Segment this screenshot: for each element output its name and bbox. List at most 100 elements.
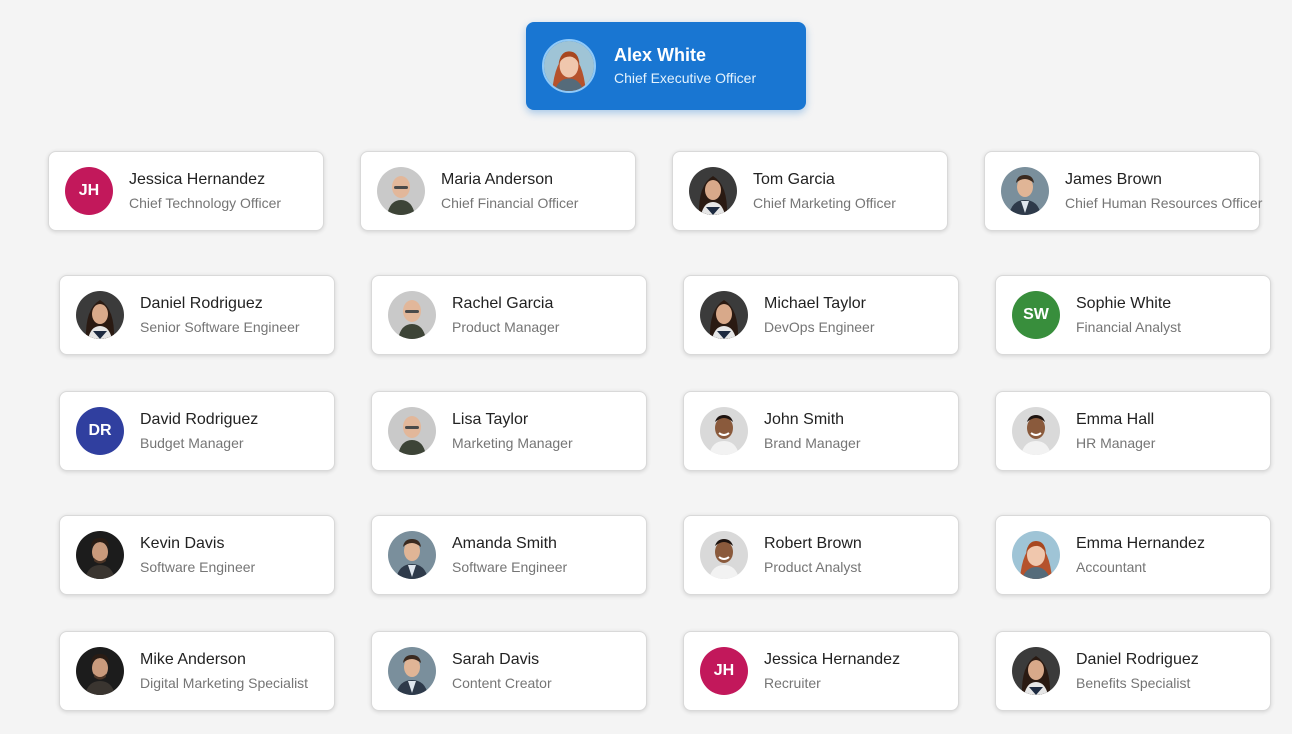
employee-name: Michael Taylor	[764, 295, 866, 312]
employee-info: Alex White Chief Executive Officer	[614, 45, 756, 87]
photo-man-smiling-icon	[700, 407, 748, 455]
employee-name: Sarah Davis	[452, 651, 540, 668]
employee-info: Lisa Taylor Marketing Manager	[452, 410, 573, 452]
employee-name: Kevin Davis	[140, 535, 225, 552]
employee-name: Rachel Garcia	[452, 295, 554, 312]
photo-man-suit-icon	[388, 531, 436, 579]
employee-card[interactable]: Sarah Davis Content Creator	[371, 631, 647, 711]
ceo-card[interactable]: Alex White Chief Executive Officer	[526, 22, 806, 110]
employee-card[interactable]: Kevin Davis Software Engineer	[59, 515, 335, 595]
employee-name: Jessica Hernandez	[129, 171, 266, 188]
initials-avatar: JH	[65, 167, 113, 215]
employee-name: Jessica Hernandez	[764, 651, 901, 668]
employee-title: DevOps Engineer	[764, 319, 875, 335]
employee-card[interactable]: Mike Anderson Digital Marketing Specialis…	[59, 631, 335, 711]
employee-info: Maria Anderson Chief Financial Officer	[441, 170, 578, 212]
photo-man-suit-icon	[388, 647, 436, 695]
employee-name: Lisa Taylor	[452, 411, 529, 428]
photo-bald-man-icon	[388, 291, 436, 339]
employee-info: Rachel Garcia Product Manager	[452, 294, 559, 336]
employee-title: Software Engineer	[140, 559, 256, 575]
employee-title: Product Analyst	[764, 559, 862, 575]
employee-name: Maria Anderson	[441, 171, 554, 188]
photo-woman-dark-hair-icon	[689, 167, 737, 215]
initials-avatar: SW	[1012, 291, 1060, 339]
employee-title: Brand Manager	[764, 435, 861, 451]
employee-info: James Brown Chief Human Resources Officer	[1065, 170, 1263, 212]
employee-name: John Smith	[764, 411, 845, 428]
employee-title: Chief Technology Officer	[129, 195, 282, 211]
employee-card[interactable]: Amanda Smith Software Engineer	[371, 515, 647, 595]
employee-card[interactable]: John Smith Brand Manager	[683, 391, 959, 471]
employee-card[interactable]: Lisa Taylor Marketing Manager	[371, 391, 647, 471]
employee-title: Product Manager	[452, 319, 560, 335]
employee-info: Tom Garcia Chief Marketing Officer	[753, 170, 896, 212]
employee-card[interactable]: JH Jessica Hernandez Chief Technology Offi…	[48, 151, 324, 231]
photo-man-dark-icon	[76, 647, 124, 695]
employee-card[interactable]: Tom Garcia Chief Marketing Officer	[672, 151, 948, 231]
employee-info: Sophie White Financial Analyst	[1076, 294, 1181, 336]
photo-woman-dark-hair-icon	[700, 291, 748, 339]
photo-woman-dark-hair-icon	[76, 291, 124, 339]
employee-card[interactable]: James Brown Chief Human Resources Officer	[984, 151, 1263, 231]
employee-info: Jessica Hernandez Chief Technology Office…	[129, 170, 281, 212]
employee-card[interactable]: JH Jessica Hernandez Recruiter	[683, 631, 959, 711]
employee-title: Chief Executive Officer	[614, 70, 757, 86]
employee-title: Marketing Manager	[452, 435, 573, 451]
initials-avatar: DR	[76, 407, 124, 455]
employee-name: Daniel Rodriguez	[1076, 651, 1199, 668]
employee-name: Emma Hall	[1076, 411, 1155, 428]
employee-name: Emma Hernandez	[1076, 535, 1205, 552]
employee-title: Financial Analyst	[1076, 319, 1182, 335]
org-chart: Alex White Chief Executive Officer JH Jessi…	[0, 0, 1292, 734]
employee-card[interactable]: Robert Brown Product Analyst	[683, 515, 959, 595]
employee-title: Chief Financial Officer	[441, 195, 579, 211]
employee-title: Chief Marketing Officer	[753, 195, 896, 211]
employee-name: Mike Anderson	[140, 651, 246, 668]
photo-man-suit-icon	[1001, 167, 1049, 215]
employee-name: Amanda Smith	[452, 535, 557, 552]
employee-info: Mike Anderson Digital Marketing Specialis…	[140, 650, 308, 692]
employee-title: Recruiter	[764, 675, 821, 691]
photo-man-smiling-icon	[700, 531, 748, 579]
employee-info: David Rodriguez Budget Manager	[140, 410, 258, 452]
employee-card[interactable]: Emma Hall HR Manager	[995, 391, 1271, 471]
photo-bald-man-icon	[388, 407, 436, 455]
employee-info: Emma Hall HR Manager	[1076, 410, 1155, 452]
employee-info: Daniel Rodriguez Senior Software Engineer	[140, 294, 300, 336]
employee-name: Daniel Rodriguez	[140, 295, 263, 312]
employee-info: Michael Taylor DevOps Engineer	[764, 294, 875, 336]
employee-card[interactable]: Daniel Rodriguez Senior Software Engineer	[59, 275, 335, 355]
employee-name: Alex White	[614, 45, 707, 65]
employee-title: Chief Human Resources Officer	[1065, 195, 1263, 211]
employee-info: Robert Brown Product Analyst	[764, 534, 862, 576]
employee-title: Content Creator	[452, 675, 552, 691]
employee-title: Software Engineer	[452, 559, 568, 575]
employee-card[interactable]: Rachel Garcia Product Manager	[371, 275, 647, 355]
employee-info: Jessica Hernandez Recruiter	[764, 650, 900, 692]
photo-woman-dark-hair-icon	[1012, 647, 1060, 695]
photo-woman-red-hair-icon	[542, 39, 596, 93]
initials-avatar: JH	[700, 647, 748, 695]
employee-card[interactable]: Emma Hernandez Accountant	[995, 515, 1271, 595]
employee-title: Senior Software Engineer	[140, 319, 300, 335]
employee-card[interactable]: SW Sophie White Financial Analyst	[995, 275, 1271, 355]
employee-name: Sophie White	[1076, 295, 1172, 312]
employee-name: Robert Brown	[764, 535, 862, 552]
employee-card[interactable]: DR David Rodriguez Budget Manager	[59, 391, 335, 471]
employee-title: Digital Marketing Specialist	[140, 675, 309, 691]
employee-title: Budget Manager	[140, 435, 244, 451]
employee-card[interactable]: Michael Taylor DevOps Engineer	[683, 275, 959, 355]
employee-info: Daniel Rodriguez Benefits Specialist	[1076, 650, 1199, 692]
employee-info: John Smith Brand Manager	[764, 410, 861, 452]
employee-card[interactable]: Maria Anderson Chief Financial Officer	[360, 151, 636, 231]
employee-info: Emma Hernandez Accountant	[1076, 534, 1205, 576]
photo-man-dark-icon	[76, 531, 124, 579]
employee-name: Tom Garcia	[753, 171, 835, 188]
employee-title: Benefits Specialist	[1076, 675, 1191, 691]
employee-name: James Brown	[1065, 171, 1162, 188]
employee-card[interactable]: Daniel Rodriguez Benefits Specialist	[995, 631, 1271, 711]
employee-name: David Rodriguez	[140, 411, 259, 428]
employee-info: Kevin Davis Software Engineer	[140, 534, 255, 576]
employee-info: Amanda Smith Software Engineer	[452, 534, 567, 576]
